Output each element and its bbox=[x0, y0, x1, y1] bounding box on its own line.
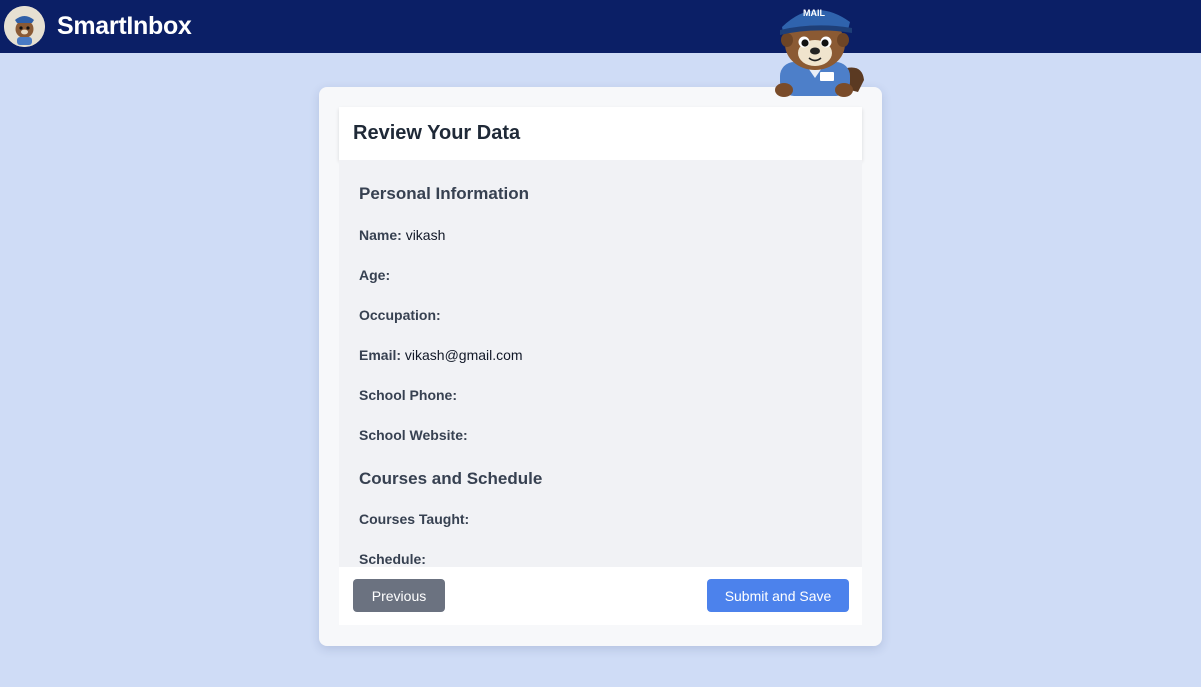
field-value: vikash bbox=[405, 227, 446, 243]
submit-and-save-button[interactable]: Submit and Save bbox=[707, 579, 849, 612]
field-school-phone: School Phone: bbox=[359, 387, 457, 403]
field-value: vikash@gmail.com bbox=[404, 347, 523, 363]
card-footer: Previous Submit and Save bbox=[339, 567, 862, 625]
app-brand-title[interactable]: SmartInbox bbox=[57, 12, 192, 41]
card-header: Review Your Data bbox=[339, 107, 862, 160]
field-label: Courses Taught: bbox=[359, 511, 470, 527]
section-title-personal: Personal Information bbox=[359, 184, 530, 203]
field-label: Occupation: bbox=[359, 307, 441, 323]
field-label: Schedule: bbox=[359, 551, 426, 567]
field-school-website: School Website: bbox=[359, 427, 468, 443]
field-label: Age: bbox=[359, 267, 391, 283]
top-navbar: SmartInbox bbox=[0, 0, 1201, 53]
review-content-scroll[interactable]: Personal Information Name: vikash Age: O… bbox=[339, 160, 862, 567]
previous-button[interactable]: Previous bbox=[353, 579, 445, 612]
field-label: School Website: bbox=[359, 427, 468, 443]
field-schedule: Schedule: bbox=[359, 551, 426, 567]
field-courses-taught: Courses Taught: bbox=[359, 511, 469, 527]
field-label: School Phone: bbox=[359, 387, 457, 403]
section-title-courses: Courses and Schedule bbox=[359, 469, 543, 488]
field-label: Name: bbox=[359, 227, 402, 243]
app-logo-icon[interactable] bbox=[4, 6, 45, 47]
field-age: Age: bbox=[359, 267, 390, 283]
mascot-cap-text: MAIL bbox=[803, 8, 825, 18]
field-occupation: Occupation: bbox=[359, 307, 441, 323]
page-title: Review Your Data bbox=[353, 122, 521, 144]
field-name: Name: vikash bbox=[359, 227, 445, 243]
field-label: Email: bbox=[359, 347, 402, 363]
review-card: Review Your Data Personal Information Na… bbox=[319, 87, 882, 646]
field-email: Email: vikash@gmail.com bbox=[359, 347, 523, 363]
otter-mail-mascot-icon: MAIL bbox=[762, 0, 870, 98]
